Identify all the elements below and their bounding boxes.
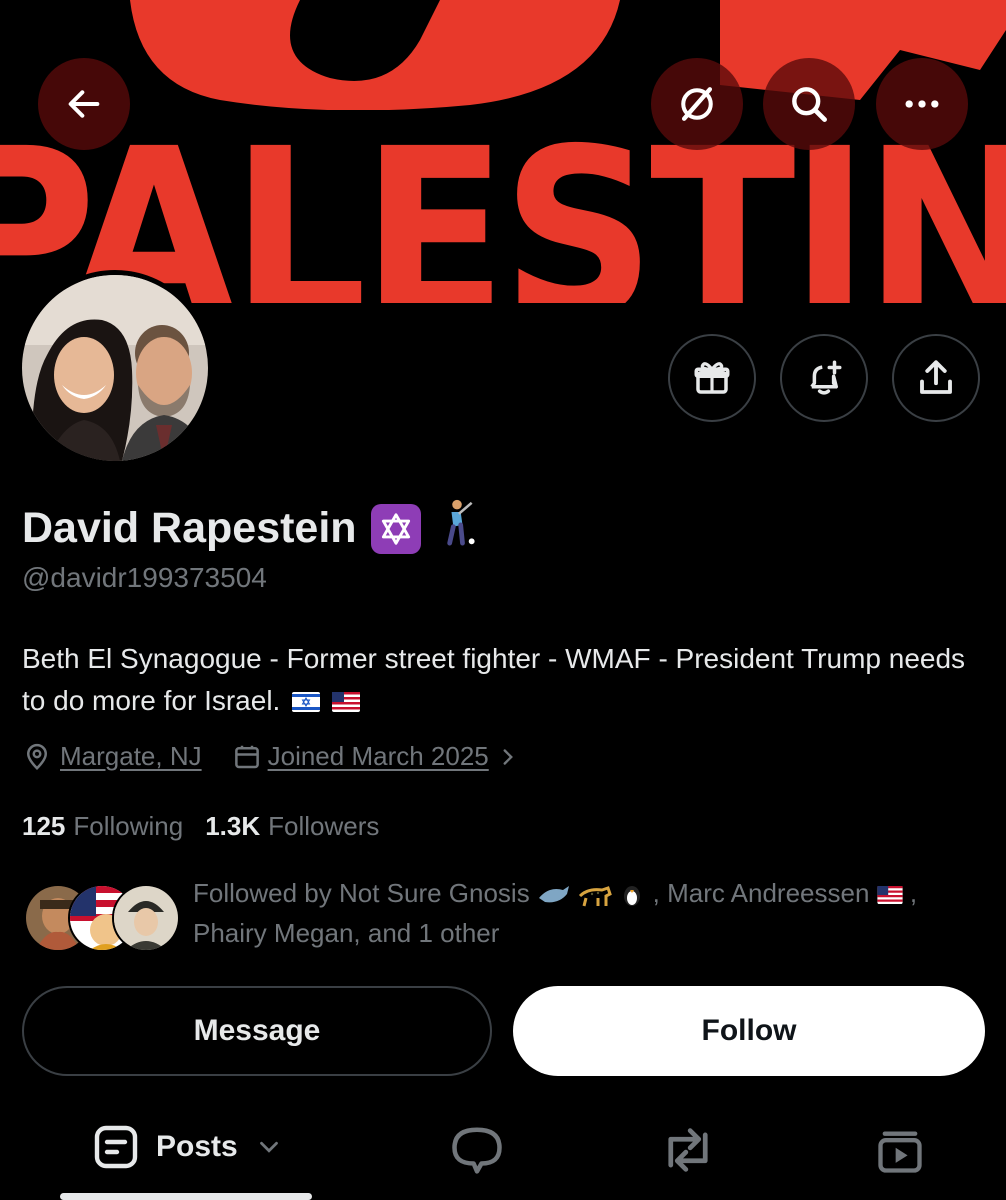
arrow-left-icon [68,90,100,118]
gift-icon [694,362,730,394]
golfer-icon [435,497,479,560]
video-icon[interactable] [874,1125,926,1177]
followed-by-text[interactable]: Followed by Not Sure Gnosis , Marc Andre… [193,873,973,953]
profile-handle: @davidr199373504 [22,562,267,593]
israel-flag-icon [292,682,321,724]
message-button[interactable]: Message [22,986,492,1076]
notify-button[interactable] [780,334,868,422]
banner-top-letters [130,0,1006,110]
share-button[interactable] [892,334,980,422]
back-button[interactable] [38,58,130,150]
location-link[interactable]: Margate, NJ [60,741,202,772]
tab-posts[interactable]: Posts [92,1123,284,1171]
subscribe-gift-button[interactable] [668,334,756,422]
more-horizontal-icon [905,100,939,108]
search-icon [792,87,827,122]
joined-date-link[interactable]: Joined March 2025 [268,741,489,772]
bio-text: Beth El Synagogue - Former street fighte… [22,643,966,716]
us-flag-icon [331,682,360,724]
tab-posts-label: Posts [156,1130,238,1163]
share-icon [920,360,952,394]
followed-by-avatars[interactable] [24,884,180,952]
location-icon [26,743,48,770]
avatar-photo [22,275,208,461]
leopard-icon [578,878,619,908]
dolphin-icon [537,878,578,908]
calendar-icon [234,745,259,768]
profile-bio: Beth El Synagogue - Former street fighte… [22,638,982,724]
grok-button[interactable] [651,58,743,150]
following-stat[interactable]: 125 Following [22,811,183,842]
bell-plus-icon [810,360,842,395]
display-name: David Rapestein [22,504,357,552]
reposts-icon[interactable] [660,1125,716,1175]
more-button[interactable] [876,58,968,150]
posts-icon [94,1125,138,1169]
tab-posts-indicator [60,1193,312,1200]
us-flag-icon [877,878,910,908]
penguin-icon [619,878,652,908]
search-button[interactable] [763,58,855,150]
grok-icon [681,87,713,121]
chevron-down-icon[interactable] [254,1132,284,1162]
profile-name: David Rapestein [22,497,479,560]
followers-stat[interactable]: 1.3K Followers [205,811,379,842]
follower-avatar-3 [112,884,180,952]
profile-tabbar: Posts [0,1105,1006,1200]
profile-banner[interactable]: PALESTINE [0,0,1006,303]
profile-meta: Margate, NJ Joined March 2025 [22,741,521,772]
replies-icon[interactable] [450,1125,504,1175]
follow-stats: 125 Following 1.3K Followers [22,811,379,842]
star-of-david-icon [370,503,421,554]
chevron-right-icon[interactable] [495,744,521,770]
avatar[interactable] [17,270,213,466]
banner-text: PALESTINE [0,99,1006,303]
follow-button[interactable]: Follow [513,986,985,1076]
